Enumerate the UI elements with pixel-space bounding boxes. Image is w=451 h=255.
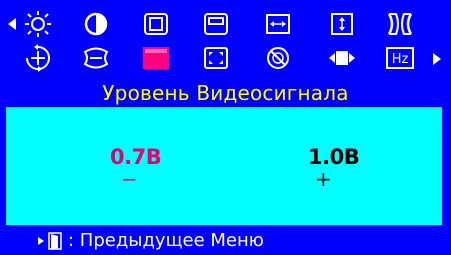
exit-door-icon — [48, 232, 62, 250]
contrast-icon[interactable] — [78, 10, 114, 38]
rotation-icon[interactable] — [20, 44, 56, 72]
osd-menu: Hz Уровень Видеосигнала 0.7B − 1.0B + : … — [0, 0, 451, 255]
hz-label: Hz — [392, 52, 409, 67]
scroll-right-icon[interactable] — [433, 53, 441, 65]
video-level-panel: 0.7B − 1.0B + — [6, 107, 442, 225]
pointer-icon — [38, 237, 44, 245]
hz-icon[interactable]: Hz — [382, 44, 418, 72]
option-min-value[interactable]: 0.7B — [110, 145, 162, 169]
footer-hint: : Предыдущее Меню — [0, 227, 451, 255]
menu-title: Уровень Видеосигнала — [102, 81, 349, 105]
scroll-left-icon[interactable] — [8, 18, 16, 30]
option-max-value[interactable]: 1.0B — [308, 145, 360, 169]
moire-icon[interactable] — [198, 44, 234, 72]
degauss-icon[interactable] — [260, 44, 296, 72]
previous-menu-label: : Предыдущее Меню — [68, 230, 264, 251]
h-position-icon[interactable] — [138, 10, 174, 38]
h-size-icon[interactable] — [260, 10, 296, 38]
v-position-icon[interactable] — [198, 10, 234, 38]
v-size-icon[interactable] — [324, 10, 360, 38]
minus-sign[interactable]: − — [121, 167, 138, 191]
plus-sign[interactable]: + — [315, 167, 332, 191]
recall-icon[interactable] — [324, 44, 360, 72]
trapezoid-icon[interactable] — [78, 44, 114, 72]
video-level-icon[interactable] — [138, 44, 174, 72]
pincushion-icon[interactable] — [382, 10, 418, 38]
brightness-icon[interactable] — [20, 10, 56, 38]
icon-grid: Hz — [0, 8, 451, 78]
